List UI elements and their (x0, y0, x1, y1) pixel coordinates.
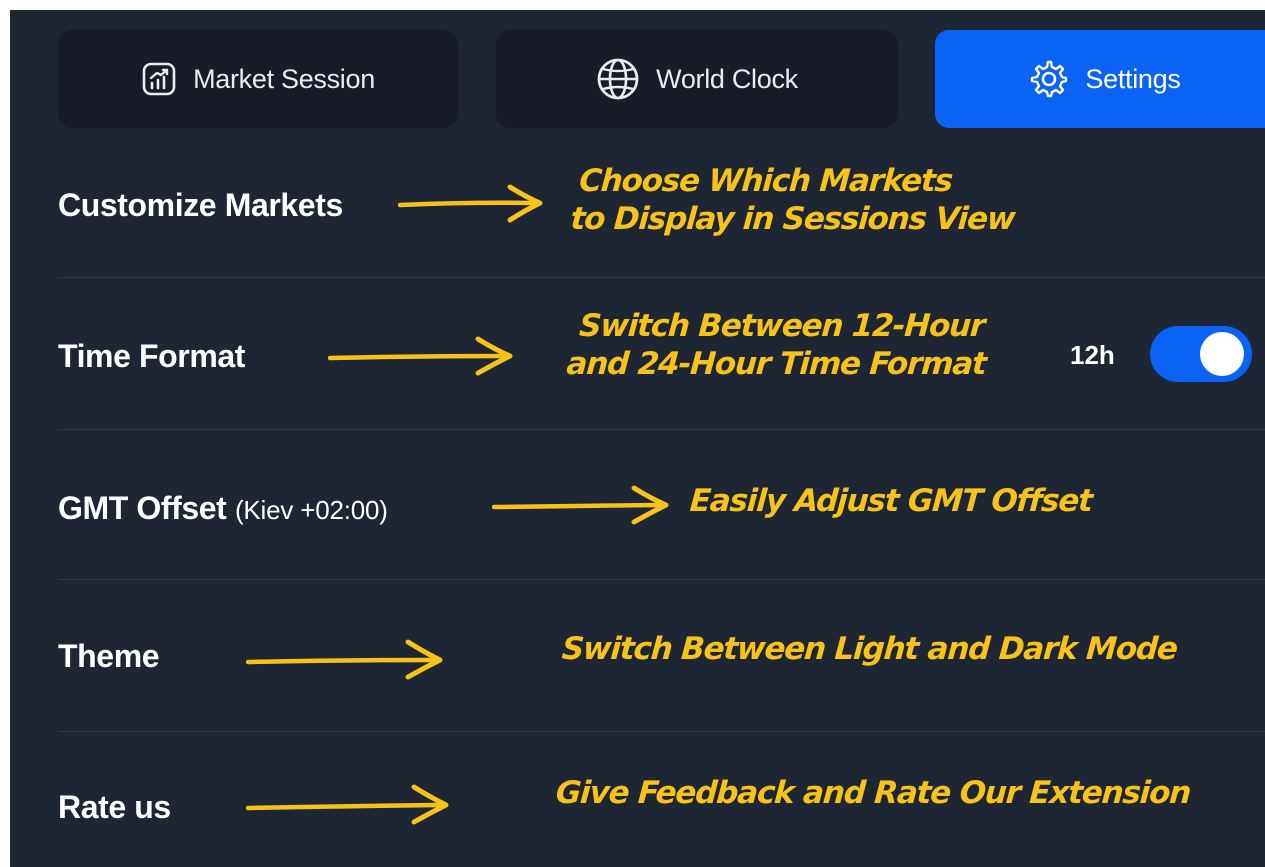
arrow-icon (398, 184, 543, 223)
tab-world-clock-label: World Clock (656, 63, 798, 94)
time-format-toggle[interactable] (1150, 326, 1252, 382)
tab-market-session-label: Market Session (193, 63, 375, 94)
divider (58, 731, 1265, 732)
chart-icon (141, 61, 177, 97)
rate-us-annotation: Give Feedback and Rate Our Extension (554, 775, 1192, 811)
gmt-offset-title: GMT Offset (58, 490, 227, 526)
arrow-icon (492, 485, 669, 525)
customize-markets-annotation-line1: Choose Which Markets (578, 163, 954, 199)
gmt-offset-value: (Kiev +02:00) (234, 495, 388, 525)
customize-markets-label: Customize Markets (58, 187, 343, 223)
gmt-offset-annotation: Easily Adjust GMT Offset (688, 483, 1094, 519)
time-format-annotation-line2: and 24-Hour Time Format (565, 346, 987, 382)
time-format-value: 12h (1070, 340, 1115, 370)
divider (58, 429, 1265, 430)
customize-markets-annotation: Choose Which Markets to Display in Sessi… (569, 162, 1018, 238)
arrow-icon (246, 639, 443, 680)
theme-label: Theme (58, 638, 160, 674)
time-format-annotation-line1: Switch Between 12-Hour (578, 308, 986, 344)
tab-market-session[interactable]: Market Session (58, 30, 458, 128)
arrow-icon (328, 336, 513, 376)
divider (58, 277, 1265, 278)
time-format-annotation: Switch Between 12-Hour and 24-Hour Time … (565, 307, 989, 383)
divider (58, 579, 1265, 580)
rate-us-label: Rate us (58, 789, 171, 825)
tab-settings-label: Settings (1085, 63, 1181, 94)
toggle-knob (1200, 332, 1244, 376)
gmt-offset-label: GMT Offset (Kiev +02:00) (58, 490, 388, 527)
tab-settings[interactable]: Settings (935, 30, 1265, 128)
arrow-icon (246, 784, 449, 825)
tab-world-clock[interactable]: World Clock (496, 30, 898, 128)
globe-icon (596, 57, 640, 101)
time-format-label: Time Format (58, 338, 246, 374)
theme-annotation: Switch Between Light and Dark Mode (560, 631, 1179, 667)
settings-panel: Market Session World Clock Settings Cust… (10, 10, 1265, 867)
customize-markets-annotation-line2: to Display in Sessions View (569, 201, 1016, 237)
gear-icon (1029, 59, 1069, 99)
